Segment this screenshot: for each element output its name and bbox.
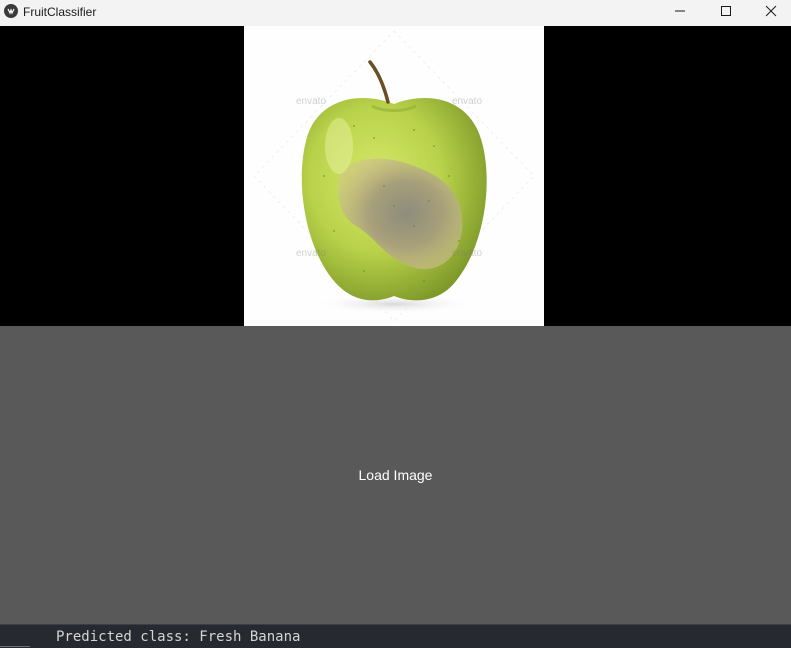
watermark: envato bbox=[296, 248, 327, 259]
watermark: envato bbox=[296, 96, 327, 107]
load-image-button[interactable]: Load Image bbox=[0, 326, 791, 624]
minimize-icon bbox=[674, 10, 685, 12]
watermark: envato bbox=[452, 96, 483, 107]
apple-image bbox=[253, 30, 535, 322]
app-window: FruitClassifier envato envato envato env… bbox=[0, 0, 791, 648]
close-icon bbox=[765, 5, 776, 17]
image-preview: envato envato envato envato bbox=[244, 26, 544, 326]
load-image-label: Load Image bbox=[358, 467, 433, 483]
status-indicator bbox=[0, 646, 30, 647]
minimize-button[interactable] bbox=[657, 0, 702, 22]
prediction-text: Predicted class: Fresh Banana bbox=[56, 629, 301, 645]
maximize-button[interactable] bbox=[703, 0, 748, 22]
app-logo-icon bbox=[4, 4, 18, 18]
close-button[interactable] bbox=[748, 0, 791, 22]
title-bar[interactable]: FruitClassifier bbox=[0, 0, 791, 26]
maximize-icon bbox=[720, 6, 731, 16]
watermark: envato bbox=[452, 248, 483, 259]
image-preview-area: envato envato envato envato bbox=[0, 26, 791, 326]
window-title: FruitClassifier bbox=[23, 5, 97, 19]
status-bar: Predicted class: Fresh Banana bbox=[0, 624, 791, 648]
